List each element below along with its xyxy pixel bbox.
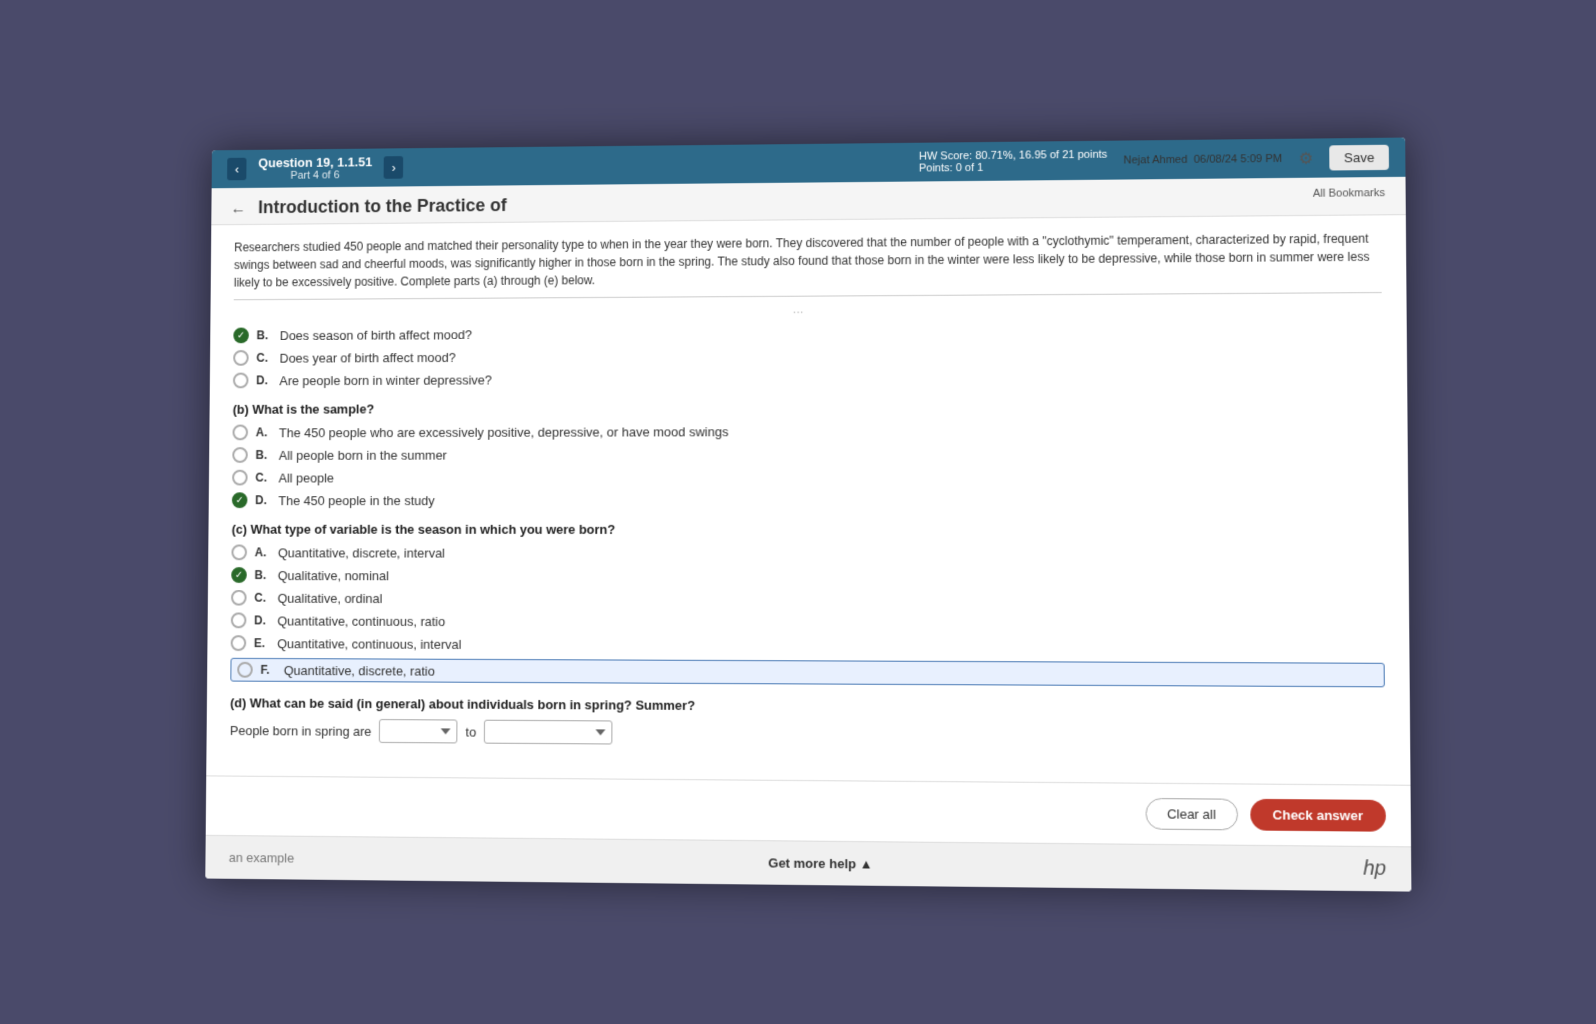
part-d-row: People born in spring are likely unlikel… [230,718,1386,750]
question-label: Question 19, 1.1.51 [258,154,372,170]
part-b-section: (b) What is the sample? A. The 450 peopl… [232,398,1384,508]
part-d-section: (d) What can be said (in general) about … [230,695,1386,749]
hw-score: HW Score: 80.71%, 16.95 of 21 points [919,148,1107,162]
list-item[interactable]: B. All people born in the summer [232,444,1383,462]
course-title: Introduction to the Practice of [258,195,507,217]
list-item[interactable]: D. Quantitative, continuous, ratio [231,612,1385,632]
to-label: to [465,724,476,739]
points-label: Points: 0 of 1 [919,160,1107,174]
part-label: Part 4 of 6 [258,169,372,182]
action-bar: Clear all Check answer [206,775,1411,846]
spring-dropdown-2[interactable]: depressive positive have mood swings [484,719,613,744]
list-item[interactable]: D. Are people born in winter depressive? [233,367,1383,387]
part-b-label: (b) What is the sample? [233,398,1383,416]
spring-dropdown-1[interactable]: likely unlikely [379,719,458,743]
get-more-help-button[interactable]: Get more help ▲ [768,855,873,871]
list-item[interactable]: C. Does year of birth affect mood? [233,344,1382,365]
clear-all-button[interactable]: Clear all [1145,797,1237,829]
radio-c-e[interactable] [231,635,247,651]
dots-indicator: ··· [234,303,1382,322]
radio-c-f[interactable] [237,661,253,677]
list-item[interactable]: A. Quantitative, discrete, interval [231,544,1383,561]
check-answer-button[interactable]: Check answer [1250,798,1386,831]
radio-b-b[interactable] [232,447,248,463]
part-c-label: (c) What type of variable is the season … [232,521,1384,537]
part-a-section: B. Does season of birth affect mood? C. … [233,321,1383,388]
forward-arrow-button[interactable]: › [384,156,404,179]
user-info: Nejat Ahmed 06/08/24 5:09 PM [1123,152,1282,166]
part-d-label: (d) What can be said (in general) about … [230,695,1385,717]
radio-b-d-checked[interactable] [232,492,248,508]
radio-c-d[interactable] [231,612,247,628]
list-item[interactable]: E. Quantitative, continuous, interval [231,635,1385,656]
list-item[interactable]: B. Does season of birth affect mood? [233,321,1382,343]
radio-b-a[interactable] [232,424,248,440]
gear-icon[interactable]: ⚙ [1299,148,1314,168]
list-item[interactable]: B. Qualitative, nominal [231,567,1384,585]
radio-b-c[interactable] [232,469,248,485]
back-arrow-button[interactable]: ‹ [227,157,247,180]
back-to-course-icon[interactable]: ← [231,200,247,218]
list-item[interactable]: A. The 450 people who are excessively po… [232,421,1382,440]
list-item[interactable]: D. The 450 people in the study [232,491,1384,507]
part-c-section: (c) What type of variable is the season … [230,521,1384,686]
list-item[interactable]: C. All people [232,468,1383,485]
radio-b-checked[interactable] [233,327,249,343]
radio-c-b-checked[interactable] [231,567,247,583]
hp-logo: hp [1363,857,1386,881]
part-d-people-label: People born in spring are [230,722,372,738]
list-item[interactable]: C. Qualitative, ordinal [231,589,1384,608]
radio-c-c[interactable] [231,589,247,605]
passage-text: Researchers studied 450 people and match… [234,229,1382,300]
radio-c[interactable] [233,350,249,366]
list-item-highlighted[interactable]: F. Quantitative, discrete, ratio [230,657,1384,686]
example-label: an example [229,849,295,865]
all-bookmarks-link[interactable]: All Bookmarks [1313,187,1385,200]
radio-d[interactable] [233,372,249,388]
save-button[interactable]: Save [1330,144,1389,170]
radio-c-a[interactable] [231,544,247,560]
